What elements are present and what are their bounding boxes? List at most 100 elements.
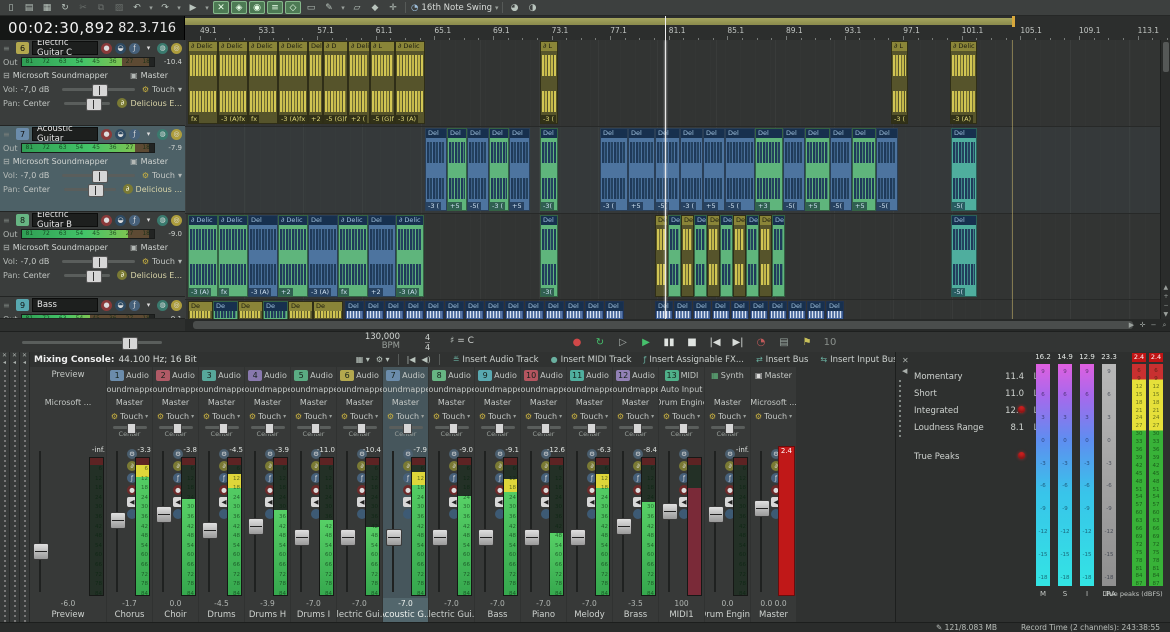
loop-selection-band[interactable] (185, 18, 1012, 25)
channel-name[interactable]: Brass (613, 608, 658, 622)
fx-bin-icon[interactable]: ƒ (129, 215, 140, 226)
fader-handle[interactable] (33, 543, 49, 560)
split-tool-icon[interactable]: ✕ (213, 1, 229, 14)
fx-icon[interactable]: ∂ (117, 270, 127, 280)
automation-gear-icon[interactable]: ⚙ (142, 257, 149, 266)
pan-slider[interactable] (251, 426, 285, 429)
channel-strip[interactable]: 3AudioSoundmapperMaster⚙Touch▾Center⚙∂ƒ●… (199, 367, 244, 622)
insert-button[interactable]: ●Insert MIDI Track (551, 355, 632, 365)
channel-strip[interactable]: 5AudioSoundmapperMaster⚙Touch▾Center⚙∂ƒ●… (291, 367, 336, 622)
selection-end-marker[interactable] (1012, 16, 1015, 27)
automation-mode[interactable]: Touch (152, 171, 175, 180)
undo-icon[interactable]: ↶ (129, 1, 145, 14)
slider-handle[interactable] (86, 98, 102, 111)
play-button[interactable]: ▶ (639, 337, 653, 348)
fx-bin-icon[interactable]: ƒ (129, 43, 140, 54)
pan-slider[interactable] (113, 426, 147, 429)
insert-button[interactable]: ƒInsert Assignable FX... (644, 355, 744, 365)
pan-handle[interactable] (357, 424, 366, 434)
chevron-down-icon[interactable]: ▾ (178, 257, 182, 266)
record-arm-icon[interactable]: ● (101, 129, 112, 140)
pan-handle[interactable] (541, 424, 550, 434)
zoom-in-icon[interactable]: + (1163, 292, 1168, 301)
stop-button[interactable]: ■ (685, 337, 699, 348)
chevron-down-icon[interactable]: ▾ (697, 413, 700, 420)
collapse-icon[interactable]: ◀ (902, 367, 907, 375)
audio-clip[interactable]: Del (385, 301, 404, 319)
channel-name[interactable]: Electric Gui... (429, 608, 474, 622)
automation-mode[interactable]: Touch (166, 412, 189, 421)
nudge-tool-icon[interactable]: ◆ (367, 1, 383, 14)
audio-clip[interactable]: Del (365, 301, 384, 319)
timeline-ruler[interactable]: 49.153.157.161.165.169.173.177.181.185.1… (185, 16, 1170, 41)
automation-gear-icon[interactable]: ⚙ (571, 412, 578, 421)
loop-marker-button[interactable]: ⚑ (800, 337, 814, 348)
audio-clip[interactable]: ∂ Delic+2 (278, 215, 308, 297)
input-name[interactable]: Microsoft Soundmapper (13, 157, 108, 166)
vertical-scrollbar[interactable]: ▲ + − ▼ (1160, 40, 1170, 319)
channel-strip[interactable]: 11AudioSoundmapperMaster⚙Touch▾Center⚙∂ƒ… (567, 367, 612, 622)
automation-gear-icon[interactable]: ⚙ (479, 412, 486, 421)
mute-icon[interactable]: ◒ (115, 300, 126, 311)
pan-handle[interactable] (725, 424, 734, 434)
pan-slider[interactable] (343, 426, 377, 429)
move-tool-icon[interactable]: ✛ (385, 1, 401, 14)
go-to-start-button[interactable]: |◀ (708, 337, 722, 348)
automation-gear-icon[interactable]: ⚙ (755, 412, 762, 421)
channel-name[interactable]: Drum Engine (705, 608, 750, 622)
automation-mode[interactable]: Touch (258, 412, 281, 421)
arrangement-area[interactable]: ∂ Delicfx∂ Delic-3 (A)fx∂ Delicfx∂ Delic… (185, 40, 1170, 319)
audio-clip[interactable]: De (694, 215, 707, 297)
record-arm-icon[interactable]: ● (101, 300, 112, 311)
track-name[interactable]: Bass (32, 298, 98, 312)
mute-icon[interactable]: ◒ (115, 129, 126, 140)
drag-handle[interactable] (14, 370, 16, 622)
audio-clip[interactable]: De (772, 215, 785, 297)
automation-gear-icon[interactable]: ⚙ (249, 412, 256, 421)
slider-handle[interactable] (92, 170, 108, 183)
channel-name[interactable]: Master (751, 608, 796, 622)
audio-clip[interactable]: Del-3( (540, 215, 558, 297)
automation-mode[interactable]: Touch (120, 412, 143, 421)
insert-button[interactable]: ≝Insert Audio Track (453, 355, 539, 365)
audio-clip[interactable]: De (733, 215, 746, 297)
swing-selector[interactable]: ◔ 16th Note Swing ▾ (411, 3, 499, 13)
audio-clip[interactable]: Del (505, 301, 524, 319)
drag-handle[interactable] (4, 370, 6, 622)
audio-clip[interactable]: De (746, 215, 759, 297)
audio-clip[interactable]: ∂ Delic-3 (A) (188, 215, 218, 297)
fx-icon[interactable]: ∂ (117, 98, 127, 108)
chevron-down-icon[interactable]: ▾ (143, 129, 154, 140)
fx-bypass-icon[interactable]: ◕ (507, 1, 523, 14)
fx-name[interactable]: Delicious ... (136, 185, 182, 194)
pan-handle[interactable] (265, 424, 274, 434)
channel-name[interactable]: Drums H (245, 608, 290, 622)
track-header[interactable]: ≡8Electric Guitar B●◒ƒ▾◍◎Out817263544536… (0, 212, 185, 297)
dock-tab[interactable]: ✕◂ (0, 352, 10, 622)
freeze-icon[interactable]: ◍ (157, 129, 168, 140)
chevron-down-icon[interactable]: ▾ (143, 43, 154, 54)
audio-clip[interactable]: Del (807, 301, 825, 319)
audio-clip[interactable]: De (759, 215, 772, 297)
channel-strip[interactable]: 6AudioSoundmapperMaster⚙Touch▾Center⚙∂ƒ●… (337, 367, 382, 622)
automation-gear-icon[interactable]: ⚙ (142, 85, 149, 94)
automation-mode[interactable]: Touch (626, 412, 649, 421)
chevron-down-icon[interactable]: ▾ (789, 413, 792, 420)
zoom-out-icon[interactable]: − (1163, 301, 1168, 310)
chevron-down-icon[interactable]: ▾ (495, 4, 499, 12)
slider-handle[interactable] (92, 84, 108, 97)
audio-clip[interactable]: ∂ D-5 (G)fx (323, 41, 348, 124)
scroll-down-icon[interactable]: ▼ (1163, 310, 1168, 319)
audio-clip[interactable]: Del-5( (783, 128, 805, 211)
scroll-up-icon[interactable]: ▲ (1163, 283, 1168, 292)
record-arm-icon[interactable]: ● (101, 215, 112, 226)
automation-mode[interactable]: Touch (152, 85, 175, 94)
drag-handle-icon[interactable]: ≡ (3, 130, 13, 139)
caret-icon[interactable]: ▾ (175, 1, 183, 14)
drag-handle-icon[interactable]: ≡ (3, 44, 13, 53)
fader-handle[interactable] (248, 518, 264, 535)
pan-slider[interactable] (665, 426, 699, 429)
fx-icon[interactable]: ∂ (123, 184, 133, 194)
channel-name[interactable]: Bass (475, 608, 520, 622)
audio-clip[interactable]: Del (425, 301, 444, 319)
